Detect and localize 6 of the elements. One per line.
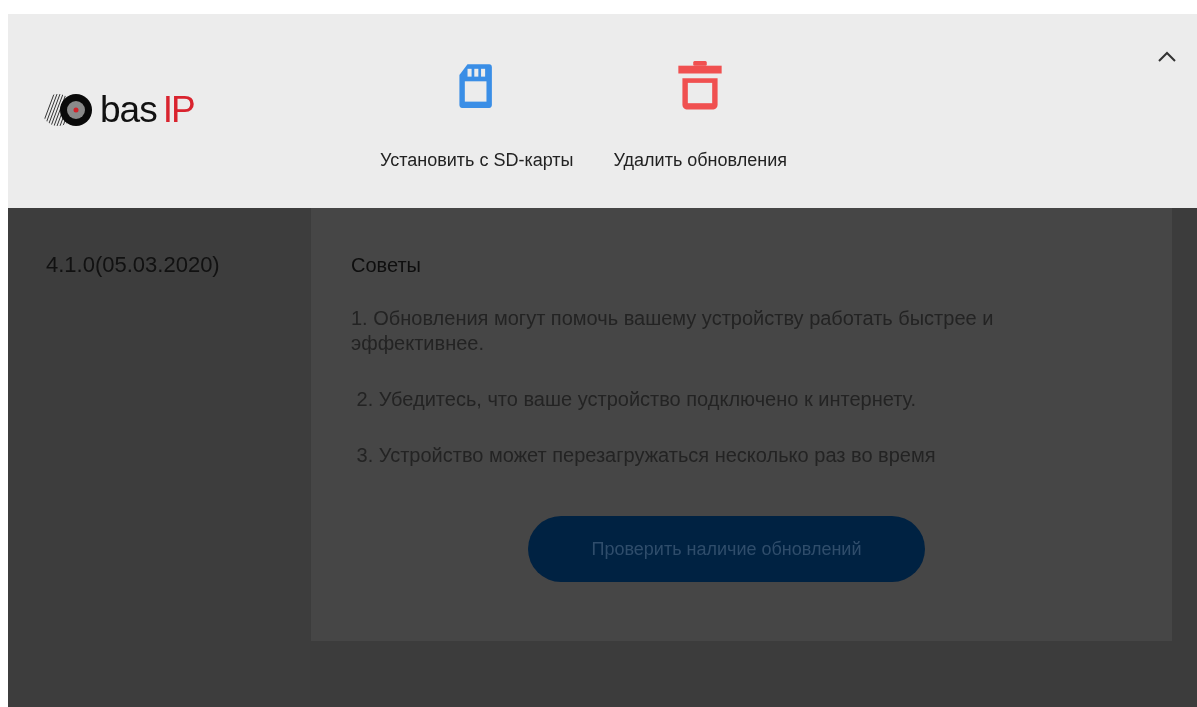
trash-can-icon (677, 61, 724, 111)
tips-title: Советы (351, 253, 422, 278)
menu-action[interactable]: Удалить обновления (613, 61, 787, 174)
header-logo-wordmark: bas (100, 92, 157, 128)
menu-action[interactable]: Установить с SD-карты (380, 61, 574, 174)
header-logo-wordmark-accent: IP (162, 92, 194, 128)
